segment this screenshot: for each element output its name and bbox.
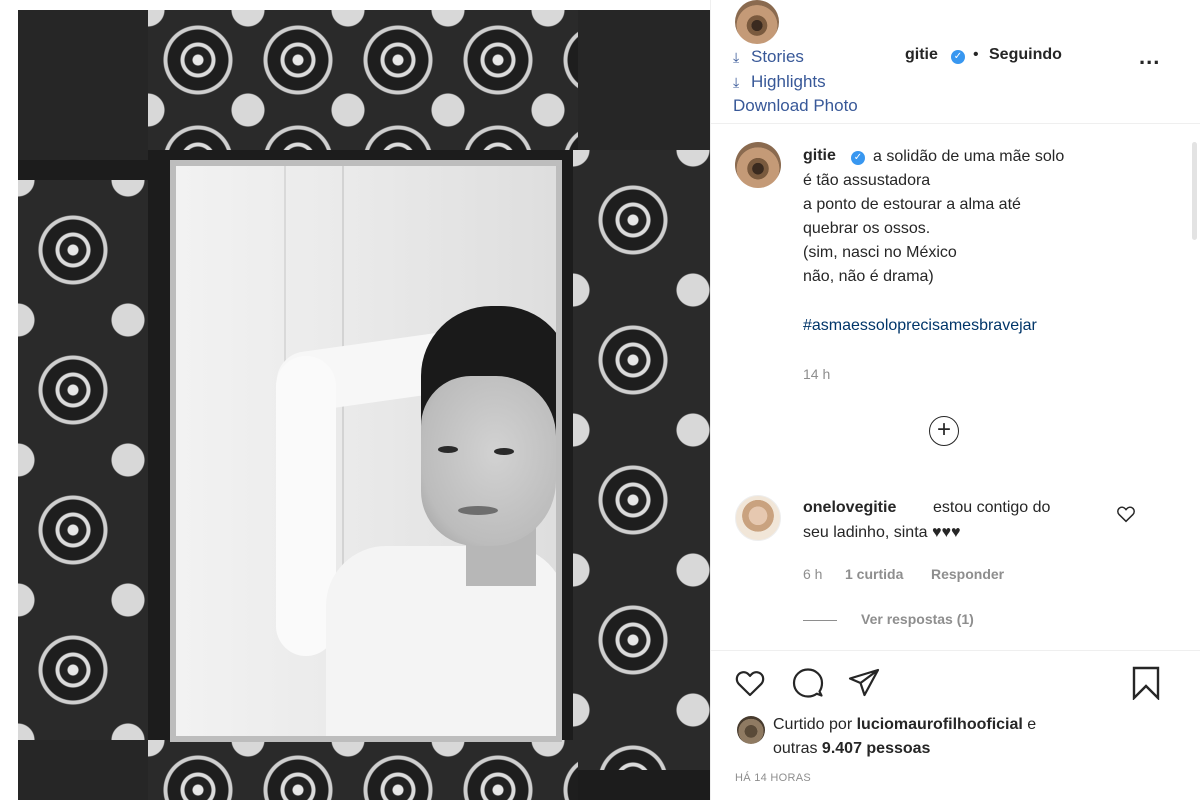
person-mouth <box>458 506 498 515</box>
comment-text: estou contigo do <box>933 499 1051 516</box>
liked-by-user-link[interactable]: luciomaurofilhooficial <box>857 716 1023 733</box>
mirror <box>170 160 562 742</box>
view-replies-button[interactable]: Ver respostas (1) <box>861 611 974 627</box>
download-stories-label: Stories <box>751 47 804 66</box>
download-stories-link[interactable]: ⤓ Stories <box>733 47 804 67</box>
tile-corner <box>18 740 148 800</box>
comment-like-heart-icon[interactable] <box>1115 503 1137 525</box>
download-highlights-label: Highlights <box>751 72 826 91</box>
comment-like-count[interactable]: 1 curtida <box>845 566 903 582</box>
download-photo-link[interactable]: Download Photo <box>733 96 858 116</box>
liked-by-others-prefix: outras <box>773 740 822 757</box>
caption-text-line: quebrar os ossos. <box>803 220 931 237</box>
download-icon: ⤓ <box>733 49 740 65</box>
caption-timestamp[interactable]: 14 h <box>803 366 830 382</box>
header-avatar[interactable] <box>735 0 779 44</box>
verified-badge-icon: ✓ <box>851 151 865 165</box>
actions-divider <box>711 650 1200 651</box>
header-separator: • <box>973 46 979 63</box>
bookmark-icon[interactable] <box>1129 666 1163 700</box>
liked-by-others[interactable]: outras 9.407 pessoas <box>773 737 930 761</box>
liker-avatar[interactable] <box>737 716 765 744</box>
heart-outline-icon[interactable] <box>733 666 767 700</box>
download-icon: ⤓ <box>733 74 740 90</box>
comment-reply-button[interactable]: Responder <box>931 566 1004 582</box>
person-eye <box>438 446 458 453</box>
tile-border-left <box>18 180 148 740</box>
tile-corner <box>578 10 710 150</box>
tile-corner <box>18 10 148 160</box>
replies-line <box>803 620 837 621</box>
tile-border-bottom <box>148 740 578 800</box>
person-eye <box>494 448 514 455</box>
tile-border-right <box>573 150 710 770</box>
tile-border-top <box>148 10 578 150</box>
download-highlights-link[interactable]: ⤓ Highlights <box>733 72 826 92</box>
load-more-comments-button[interactable]: + <box>929 416 959 446</box>
post-timestamp[interactable]: HÁ 14 HORAS <box>735 772 811 784</box>
follow-status-button[interactable]: Seguindo <box>989 46 1062 64</box>
liked-by-prefix: Curtido por <box>773 716 857 733</box>
header-divider <box>711 123 1200 124</box>
verified-badge-icon: ✓ <box>951 50 965 64</box>
liked-by-others-count[interactable]: 9.407 pessoas <box>822 740 931 757</box>
liked-by-suffix: e <box>1022 716 1037 733</box>
more-options-icon[interactable]: ... <box>1139 44 1160 70</box>
comment-text: seu ladinho, sinta ♥♥♥ <box>803 524 961 541</box>
header-username[interactable]: gitie <box>905 46 938 64</box>
comment-bubble-icon[interactable] <box>791 666 825 700</box>
comments-scrollbar[interactable] <box>1192 142 1197 240</box>
caption-text-line: é tão assustadora <box>803 172 931 189</box>
caption-text-line: (sim, nasci no México <box>803 244 957 261</box>
comment-username[interactable]: onelovegitie <box>803 499 896 517</box>
post-photo[interactable] <box>18 10 710 800</box>
caption-text-line: a solidão de uma mãe solo <box>873 148 1065 165</box>
caption-hashtag-link[interactable]: #asmaessoloprecisamesbravejar <box>803 317 1037 335</box>
comment-timestamp[interactable]: 6 h <box>803 566 822 582</box>
caption-text-line: não, não é drama) <box>803 268 934 285</box>
liked-by-text: Curtido por luciomaurofilhooficial e <box>773 713 1036 737</box>
comment-avatar[interactable] <box>735 495 781 541</box>
post-side-panel: ⤓ Stories ⤓ Highlights Download Photo giti… <box>710 0 1200 800</box>
caption-username[interactable]: gitie <box>803 147 836 165</box>
caption-avatar[interactable] <box>735 142 781 188</box>
person-face <box>421 376 556 546</box>
caption-text-line: a ponto de estourar a alma até <box>803 196 1021 213</box>
paper-plane-icon[interactable] <box>847 666 881 700</box>
